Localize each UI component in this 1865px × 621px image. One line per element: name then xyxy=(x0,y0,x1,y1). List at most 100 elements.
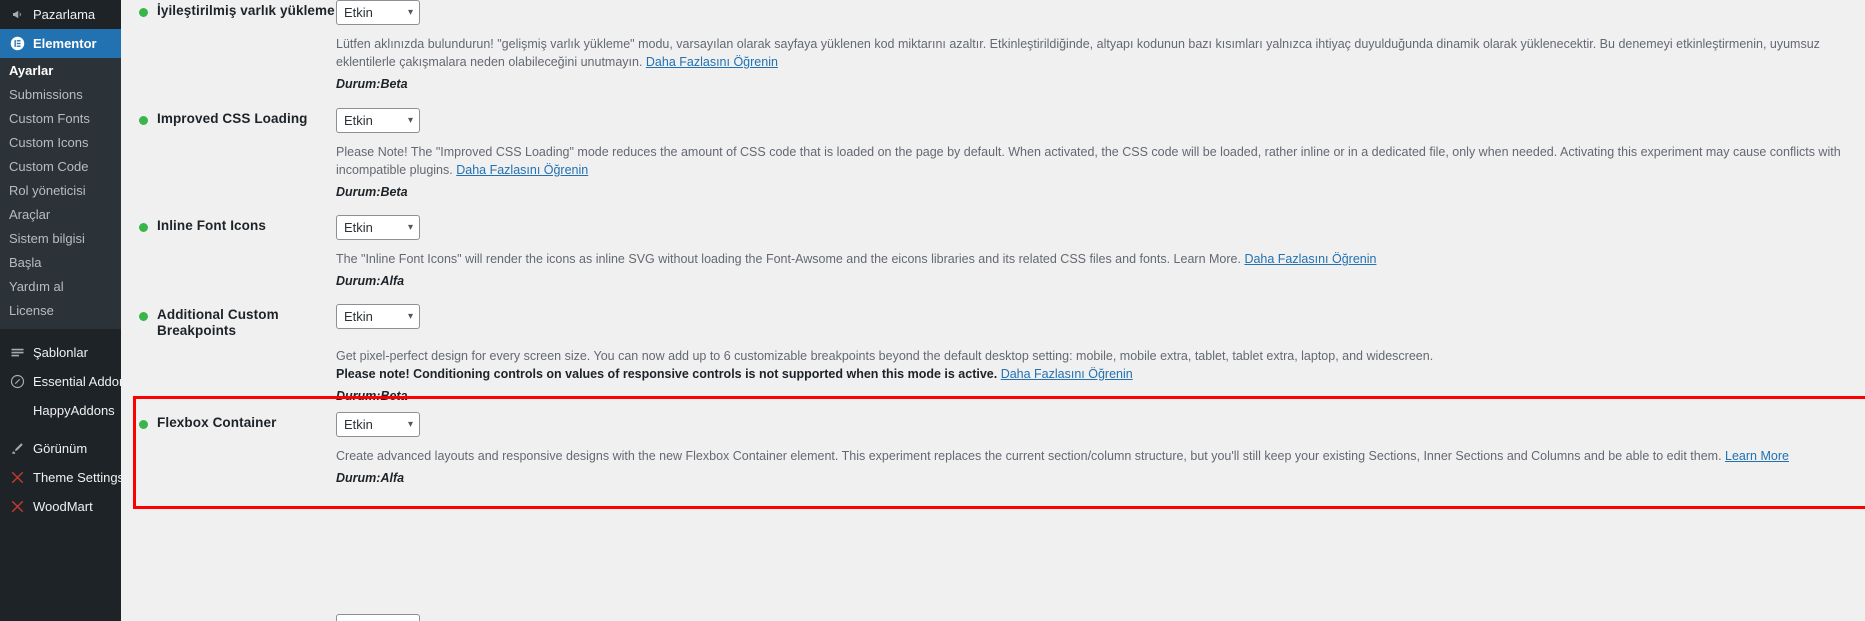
sidebar-subitem-yardim-al[interactable]: Yardım al xyxy=(0,275,121,299)
experiment-control: Etkin ▾ xyxy=(336,108,420,133)
learn-more-link[interactable]: Daha Fazlasını Öğrenin xyxy=(1001,367,1133,381)
sidebar-item-label: Theme Settings xyxy=(33,470,121,485)
experiment-state-select[interactable]: Etkin ▾ xyxy=(336,304,420,329)
sidebar-subitem-submissions[interactable]: Submissions xyxy=(0,83,121,107)
experiment-status: Durum:Alfa xyxy=(336,274,405,288)
sidebar-subitem-custom-icons[interactable]: Custom Icons xyxy=(0,131,121,155)
sidebar-subitem-custom-fonts[interactable]: Custom Fonts xyxy=(0,107,121,131)
sidebar-subitem-basla[interactable]: Başla xyxy=(0,251,121,275)
sidebar-item-label: Elementor xyxy=(33,36,97,51)
select-value: Etkin xyxy=(344,113,373,128)
experiment-title: İyileştirilmiş varlık yükleme xyxy=(157,3,335,18)
experiment-status: Durum:Alfa xyxy=(336,471,405,485)
essential-addons-icon xyxy=(9,373,26,390)
experiment-header: Inline Font Icons Etkin ▾ xyxy=(139,215,1865,240)
learn-more-link[interactable]: Daha Fazlasını Öğrenin xyxy=(456,163,588,177)
experiment-row: Inline Font Icons Etkin ▾ The "Inline Fo… xyxy=(139,215,1865,288)
status-dot-icon xyxy=(139,223,148,232)
experiment-control: Etkin ▾ xyxy=(336,304,420,329)
experiment-state-select[interactable]: Etkin ▾ xyxy=(336,0,420,25)
experiment-description: The "Inline Font Icons" will render the … xyxy=(336,250,1865,268)
experiment-row: Improved CSS Loading Etkin ▾ Please Note… xyxy=(139,108,1865,199)
experiment-row: Flexbox Container Etkin ▾ Create advance… xyxy=(139,412,1865,485)
select-value: Etkin xyxy=(344,5,373,20)
sidebar-subitem-sistem-bilgisi[interactable]: Sistem bilgisi xyxy=(0,227,121,251)
description-note: Please note! Conditioning controls on va… xyxy=(336,367,1001,381)
sidebar-item-label: Pazarlama xyxy=(33,7,96,22)
theme-settings-icon xyxy=(9,469,26,486)
experiment-name-cell: Improved CSS Loading xyxy=(139,108,336,127)
sidebar-item-label: Essential Addons xyxy=(33,374,121,389)
sidebar-subitem-rol-yoneticisi[interactable]: Rol yöneticisi xyxy=(0,179,121,203)
sidebar-item-label: Şablonlar xyxy=(33,345,88,360)
sidebar-item-elementor[interactable]: Elementor xyxy=(0,29,121,58)
experiment-name-cell: Flexbox Container xyxy=(139,412,336,431)
experiment-header: Flexbox Container Etkin ▾ xyxy=(139,412,1865,437)
experiment-description: Lütfen aklınızda bulundurun! "gelişmiş v… xyxy=(336,35,1865,71)
select-value: Etkin xyxy=(344,309,373,324)
select-value: Etkin xyxy=(344,417,373,432)
experiment-header: Improved CSS Loading Etkin ▾ xyxy=(139,108,1865,133)
appearance-brush-icon xyxy=(9,440,26,457)
description-text: Get pixel-perfect design for every scree… xyxy=(336,349,1434,363)
experiment-title: Improved CSS Loading xyxy=(157,111,308,126)
experiment-title: Inline Font Icons xyxy=(157,218,266,233)
sidebar-subitem-ayarlar[interactable]: Ayarlar xyxy=(0,59,121,83)
experiment-header: Additional Custom Breakpoints Etkin ▾ xyxy=(139,304,1865,339)
admin-sidebar: Pazarlama Elementor Ayarlar Submissions … xyxy=(0,0,121,621)
sidebar-subitem-araclar[interactable]: Araçlar xyxy=(0,203,121,227)
experiment-status: Durum:Beta xyxy=(336,389,408,403)
experiment-name-cell: İyileştirilmiş varlık yükleme xyxy=(139,0,336,19)
admin-page: Pazarlama Elementor Ayarlar Submissions … xyxy=(0,0,1865,621)
experiment-row-partial: Etkin ▾ xyxy=(336,614,420,621)
experiment-title: Flexbox Container xyxy=(157,415,277,430)
experiment-status: Durum:Beta xyxy=(336,185,408,199)
sidebar-item-woodmart[interactable]: WoodMart xyxy=(0,492,121,521)
templates-icon xyxy=(9,344,26,361)
elementor-icon xyxy=(9,35,26,52)
experiments-panel: İyileştirilmiş varlık yükleme Etkin ▾ Lü… xyxy=(121,0,1865,621)
sidebar-item-pazarlama[interactable]: Pazarlama xyxy=(0,0,121,29)
learn-more-link[interactable]: Learn More xyxy=(1725,449,1789,463)
learn-more-link[interactable]: Daha Fazlasını Öğrenin xyxy=(646,55,778,69)
chevron-down-icon: ▾ xyxy=(407,114,413,126)
sidebar-divider xyxy=(0,329,121,338)
status-dot-icon xyxy=(139,420,148,429)
select-value: Etkin xyxy=(344,220,373,235)
learn-more-link[interactable]: Daha Fazlasını Öğrenin xyxy=(1244,252,1376,266)
experiment-title: Additional Custom Breakpoints xyxy=(157,307,279,338)
sidebar-divider xyxy=(0,425,121,434)
chevron-down-icon: ▾ xyxy=(407,6,413,18)
happyaddons-icon xyxy=(9,402,26,419)
sidebar-item-label: Görünüm xyxy=(33,441,88,456)
experiment-name-cell: Inline Font Icons xyxy=(139,215,336,234)
sidebar-item-essential-addons[interactable]: Essential Addons xyxy=(0,367,121,396)
experiment-row: Additional Custom Breakpoints Etkin ▾ Ge… xyxy=(139,304,1865,403)
chevron-down-icon: ▾ xyxy=(407,310,413,322)
experiment-header: İyileştirilmiş varlık yükleme Etkin ▾ xyxy=(139,0,1865,25)
status-dot-icon xyxy=(139,8,148,17)
sidebar-subitem-custom-code[interactable]: Custom Code xyxy=(0,155,121,179)
description-text: Create advanced layouts and responsive d… xyxy=(336,449,1726,463)
sidebar-submenu-elementor: Ayarlar Submissions Custom Fonts Custom … xyxy=(0,58,121,329)
experiment-state-select[interactable]: Etkin ▾ xyxy=(336,614,420,621)
sidebar-subitem-license[interactable]: License xyxy=(0,299,121,323)
experiment-description: Create advanced layouts and responsive d… xyxy=(336,447,1851,465)
experiment-control: Etkin ▾ xyxy=(336,0,420,25)
sidebar-item-happyaddons[interactable]: HappyAddons xyxy=(0,396,121,425)
woodmart-icon xyxy=(9,498,26,515)
experiment-description: Please Note! The "Improved CSS Loading" … xyxy=(336,143,1865,179)
experiment-state-select[interactable]: Etkin ▾ xyxy=(336,108,420,133)
megaphone-icon xyxy=(9,6,26,23)
status-dot-icon xyxy=(139,116,148,125)
experiment-state-select[interactable]: Etkin ▾ xyxy=(336,412,420,437)
experiment-description: Get pixel-perfect design for every scree… xyxy=(336,347,1865,383)
description-text: Lütfen aklınızda bulundurun! "gelişmiş v… xyxy=(336,37,1820,69)
sidebar-item-gorunum[interactable]: Görünüm xyxy=(0,434,121,463)
experiment-state-select[interactable]: Etkin ▾ xyxy=(336,215,420,240)
experiment-control: Etkin ▾ xyxy=(336,412,420,437)
sidebar-item-sablonlar[interactable]: Şablonlar xyxy=(0,338,121,367)
experiment-row: İyileştirilmiş varlık yükleme Etkin ▾ Lü… xyxy=(139,0,1865,91)
experiment-control: Etkin ▾ xyxy=(336,215,420,240)
sidebar-item-theme-settings[interactable]: Theme Settings xyxy=(0,463,121,492)
